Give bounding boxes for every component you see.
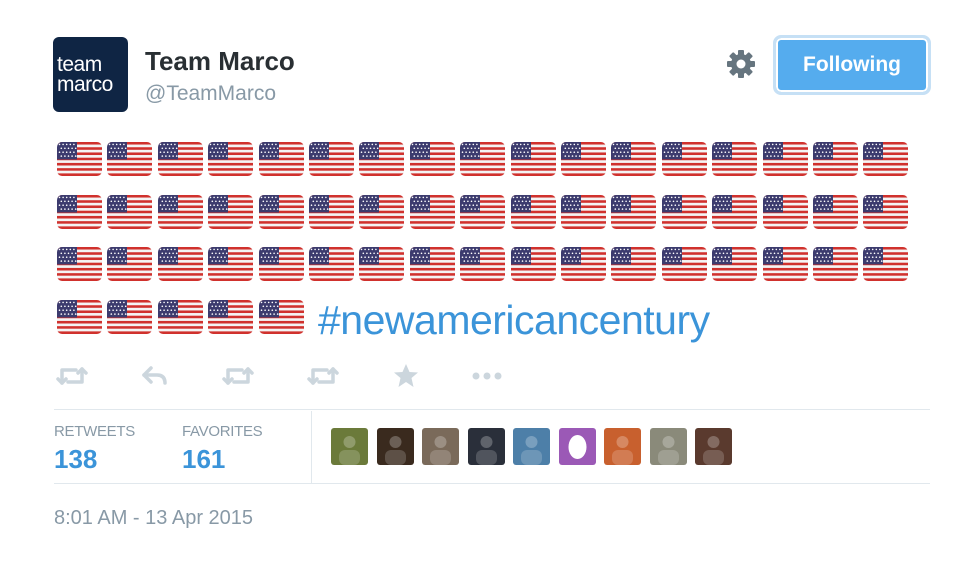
retweets-label: RETWEETS xyxy=(54,423,135,440)
us-flag-emoji xyxy=(863,142,909,176)
us-flag-emoji xyxy=(258,194,304,229)
us-flag-emoji xyxy=(611,247,657,281)
avatar-text-line2: marco xyxy=(57,72,113,96)
us-flag-emoji xyxy=(409,142,455,176)
us-flag-emoji xyxy=(510,142,556,176)
us-flag-emoji xyxy=(762,142,808,176)
favoriter-avatar[interactable] xyxy=(695,428,732,465)
us-flag-emoji xyxy=(157,142,203,176)
us-flag-emoji xyxy=(309,247,354,281)
tweet-timestamp[interactable]: 8:01 AM - 13 Apr 2015 xyxy=(54,507,253,530)
favoriter-avatar[interactable] xyxy=(649,428,687,465)
gear-icon[interactable] xyxy=(725,48,757,80)
us-flag-emoji xyxy=(208,142,254,176)
us-flag-emoji xyxy=(157,194,203,229)
us-flag-emoji xyxy=(409,194,455,229)
favoriter-avatar[interactable] xyxy=(604,428,641,465)
favoriter-avatar[interactable] xyxy=(331,428,368,465)
following-button[interactable]: Following xyxy=(773,35,931,95)
more-icon[interactable] xyxy=(471,362,503,390)
us-flag-emoji xyxy=(813,142,858,176)
us-flag-emoji xyxy=(107,299,153,334)
us-flag-emoji xyxy=(157,299,203,334)
us-flag-emoji xyxy=(661,194,707,229)
us-flag-emoji xyxy=(762,194,808,229)
us-flag-emoji xyxy=(107,247,153,281)
us-flag-emoji xyxy=(409,247,455,281)
us-flag-emoji xyxy=(510,194,556,229)
us-flag-emoji xyxy=(208,194,254,229)
favoriter-avatar[interactable] xyxy=(376,428,414,465)
us-flag-emoji xyxy=(460,247,506,281)
us-flag-emoji xyxy=(712,247,758,281)
avatar-text-line1: team xyxy=(57,52,102,76)
us-flag-emoji xyxy=(460,194,506,229)
us-flag-emoji xyxy=(57,194,102,229)
us-flag-emoji xyxy=(57,247,102,281)
author-handle[interactable]: @TeamMarco xyxy=(145,82,276,106)
us-flag-emoji xyxy=(258,299,304,334)
us-flag-emoji xyxy=(712,194,758,229)
author-display-name[interactable]: Team Marco xyxy=(145,46,295,77)
us-flag-emoji xyxy=(157,247,203,281)
us-flag-emoji xyxy=(107,142,153,176)
stats-vertical-divider xyxy=(311,411,312,483)
favoriter-avatar[interactable] xyxy=(467,428,505,465)
stats-bottom-divider xyxy=(54,483,930,484)
us-flag-emoji xyxy=(712,142,758,176)
us-flag-emoji xyxy=(762,247,808,281)
us-flag-emoji xyxy=(661,247,707,281)
reply-icon[interactable] xyxy=(141,362,169,390)
retweet-icon[interactable] xyxy=(307,362,339,390)
us-flag-emoji xyxy=(863,194,909,229)
favorites-count[interactable]: 161 xyxy=(182,444,225,475)
us-flag-emoji xyxy=(611,194,657,229)
us-flag-emoji xyxy=(611,142,657,176)
stats-top-divider xyxy=(54,409,930,410)
us-flag-emoji xyxy=(561,194,606,229)
us-flag-emoji xyxy=(107,194,153,229)
us-flag-emoji xyxy=(57,299,102,334)
us-flag-emoji xyxy=(359,194,405,229)
favoriter-avatar[interactable] xyxy=(513,428,550,465)
us-flag-emoji xyxy=(309,142,354,176)
us-flag-emoji xyxy=(208,247,254,281)
favoriter-avatar[interactable] xyxy=(558,428,596,465)
author-avatar[interactable]: team marco xyxy=(53,37,128,112)
us-flag-emoji xyxy=(561,247,606,281)
us-flag-emoji xyxy=(57,142,102,176)
us-flag-emoji xyxy=(561,142,606,176)
favorites-label: FAVORITES xyxy=(182,423,263,440)
favoriter-avatar[interactable] xyxy=(422,428,459,465)
us-flag-emoji xyxy=(359,247,405,281)
us-flag-emoji xyxy=(863,247,909,281)
retweet-icon[interactable] xyxy=(222,362,254,390)
us-flag-emoji xyxy=(208,299,254,334)
us-flag-emoji xyxy=(661,142,707,176)
us-flag-emoji xyxy=(813,247,858,281)
star-icon[interactable] xyxy=(393,362,419,390)
retweets-count[interactable]: 138 xyxy=(54,444,97,475)
us-flag-emoji xyxy=(258,247,304,281)
us-flag-emoji xyxy=(359,142,405,176)
hashtag-link[interactable]: #newamericancentury xyxy=(318,297,710,344)
us-flag-emoji xyxy=(813,194,858,229)
tweet-card: team marco Team Marco @TeamMarco Followi… xyxy=(0,0,980,573)
us-flag-emoji xyxy=(510,247,556,281)
us-flag-emoji xyxy=(460,142,506,176)
us-flag-emoji xyxy=(309,194,354,229)
retweet-icon[interactable] xyxy=(56,362,88,390)
us-flag-emoji xyxy=(258,142,304,176)
